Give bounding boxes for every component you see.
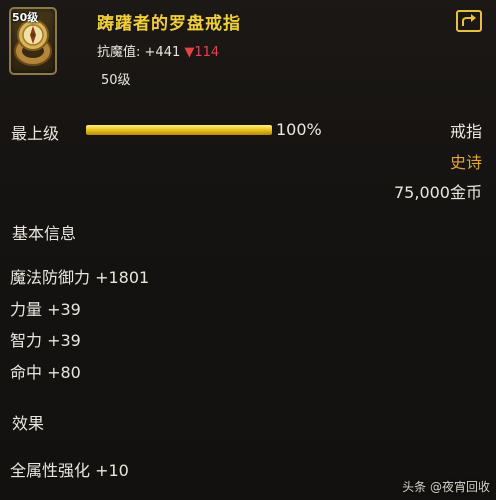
item-level: 50级	[101, 73, 131, 88]
effect-title: 效果	[12, 414, 45, 433]
stat-line: 命中 +80	[10, 363, 81, 382]
item-rarity: 史诗	[449, 153, 482, 172]
resist-value: 抗魔值: +441 ▼114	[97, 41, 219, 60]
item-price: 75,000金币	[394, 183, 482, 202]
item-name: 踌躇者的罗盘戒指	[97, 14, 241, 34]
item-level-badge: 50级	[12, 11, 39, 24]
resist-up: +441	[144, 45, 181, 60]
upgrade-progress-fill	[86, 125, 272, 135]
stat-line: 魔法防御力 +1801	[10, 268, 150, 287]
resist-down: ▼114	[184, 45, 220, 60]
resist-label: 抗魔值:	[97, 45, 141, 60]
stat-line: 力量 +39	[10, 300, 81, 319]
upgrade-label: 最上级	[11, 124, 60, 143]
stat-line: 智力 +39	[10, 331, 81, 350]
effect-line: 全属性强化 +10	[10, 461, 129, 480]
item-tooltip-panel: 50级 踌躇者的罗盘戒指 抗魔值: +441 ▼114 50级 最上级 100%…	[0, 0, 496, 500]
share-button[interactable]	[456, 10, 482, 32]
basic-info-title: 基本信息	[12, 224, 77, 243]
item-type: 戒指	[449, 122, 482, 141]
share-icon	[462, 14, 476, 26]
upgrade-progress-bar	[86, 125, 272, 135]
watermark: 头条 @夜宵回收	[402, 480, 490, 494]
upgrade-percent: 100%	[276, 120, 322, 139]
